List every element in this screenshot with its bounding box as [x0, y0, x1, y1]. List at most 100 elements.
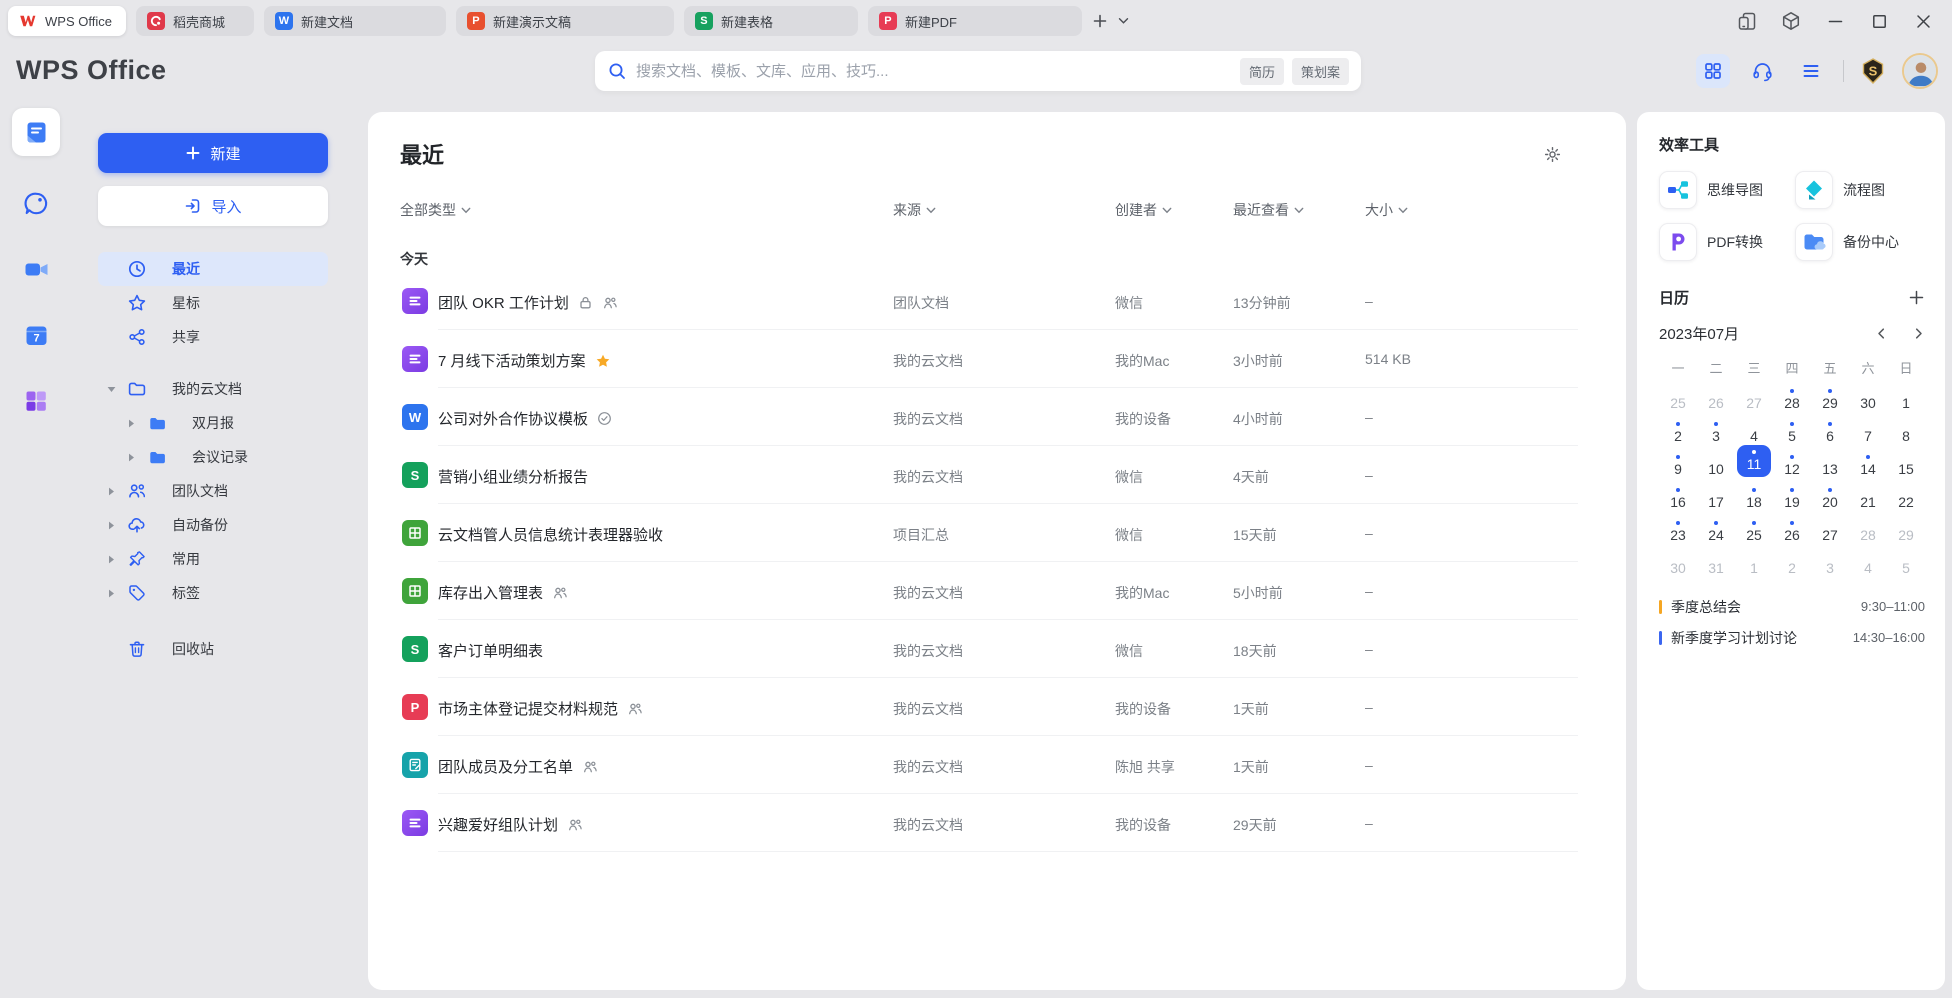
caret-right-icon[interactable] [106, 588, 116, 599]
calendar-day[interactable]: 28 [1849, 511, 1887, 544]
search-hot-tag[interactable]: 策划案 [1292, 58, 1349, 85]
tool-备份中心[interactable]: 备份中心 [1795, 223, 1925, 261]
calendar-day[interactable]: 2 [1659, 412, 1697, 445]
calendar-day[interactable]: 22 [1887, 478, 1925, 511]
rail-item-meeting[interactable] [23, 256, 50, 288]
table-row[interactable]: 云文档管人员信息统计表理器验收项目汇总微信15天前– [400, 504, 1578, 562]
filter-viewed[interactable]: 最近查看 [1233, 200, 1304, 220]
calendar-day[interactable]: 1 [1887, 379, 1925, 412]
appbox-icon[interactable] [1780, 10, 1802, 32]
calendar-day[interactable]: 23 [1659, 511, 1697, 544]
calendar-day[interactable]: 9 [1659, 445, 1697, 478]
tool-PDF转换[interactable]: PDF转换 [1659, 223, 1795, 261]
calendar-day[interactable]: 2 [1773, 544, 1811, 577]
calendar-day[interactable]: 21 [1849, 478, 1887, 511]
sidebar-item-最近[interactable]: 最近 [98, 252, 328, 286]
caret-right-icon[interactable] [106, 554, 116, 565]
tab-list-chevron-icon[interactable] [1118, 17, 1129, 25]
calendar-day[interactable]: 26 [1773, 511, 1811, 544]
svip-badge-icon[interactable]: S [1859, 57, 1887, 85]
search-bar[interactable]: 简历策划案 [595, 51, 1361, 91]
calendar-day[interactable]: 26 [1697, 379, 1735, 412]
tab-新建文档[interactable]: W新建文档 [264, 6, 446, 36]
tab-新建表格[interactable]: S新建表格 [684, 6, 858, 36]
calendar-day[interactable]: 5 [1887, 544, 1925, 577]
table-row[interactable]: 库存出入管理表我的云文档我的Mac5小时前– [400, 562, 1578, 620]
new-tab-plus-icon[interactable] [1092, 13, 1108, 29]
new-button[interactable]: 新建 [98, 133, 328, 173]
calendar-day[interactable]: 15 [1887, 445, 1925, 478]
settings-gear-icon[interactable] [1543, 145, 1562, 164]
calendar-day[interactable]: 29 [1887, 511, 1925, 544]
sidebar-item-星标[interactable]: 星标 [98, 286, 328, 320]
tool-思维导图[interactable]: 思维导图 [1659, 171, 1795, 209]
calendar-day[interactable]: 20 [1811, 478, 1849, 511]
calendar-day[interactable]: 8 [1887, 412, 1925, 445]
calendar-add-icon[interactable] [1908, 289, 1925, 306]
sidebar-tree-团队文档[interactable]: 团队文档 [98, 474, 328, 508]
calendar-day[interactable]: 3 [1811, 544, 1849, 577]
rail-item-apps-grid[interactable] [23, 388, 49, 419]
avatar[interactable] [1902, 53, 1938, 89]
rail-item-calendar-7[interactable]: 7 [23, 322, 50, 354]
calendar-day[interactable]: 5 [1773, 412, 1811, 445]
table-row[interactable]: P市场主体登记提交材料规范我的云文档我的设备1天前– [400, 678, 1578, 736]
tab-稻壳商城[interactable]: 稻壳商城 [136, 6, 254, 36]
filter-creator[interactable]: 创建者 [1115, 200, 1172, 220]
sidebar-tree-自动备份[interactable]: 自动备份 [98, 508, 328, 542]
tab-新建PDF[interactable]: P新建PDF [868, 6, 1082, 36]
table-row[interactable]: S客户订单明细表我的云文档微信18天前– [400, 620, 1578, 678]
filter-type[interactable]: 全部类型 [400, 200, 471, 220]
close-icon[interactable] [1912, 10, 1934, 32]
sidebar-tree-我的云文档[interactable]: 我的云文档 [98, 372, 328, 406]
menu-icon[interactable] [1794, 54, 1828, 88]
calendar-day[interactable]: 16 [1659, 478, 1697, 511]
caret-right-icon[interactable] [106, 486, 116, 497]
tool-流程图[interactable]: 流程图 [1795, 171, 1925, 209]
sidebar-tree-会议记录[interactable]: 会议记录 [98, 440, 328, 474]
calendar-day[interactable]: 6 [1811, 412, 1849, 445]
caret-down-icon[interactable] [106, 385, 116, 394]
calendar-day[interactable]: 19 [1773, 478, 1811, 511]
calendar-day[interactable]: 18 [1735, 478, 1773, 511]
calendar-day[interactable]: 10 [1697, 445, 1735, 478]
filter-size[interactable]: 大小 [1365, 200, 1408, 220]
sidebar-item-回收站[interactable]: 回收站 [98, 632, 328, 666]
rail-item-documents[interactable] [12, 108, 60, 156]
calendar-day[interactable]: 7 [1849, 412, 1887, 445]
calendar-day[interactable]: 25 [1735, 511, 1773, 544]
sidebar-tree-标签[interactable]: 标签 [98, 576, 328, 610]
headset-icon[interactable] [1745, 54, 1779, 88]
caret-right-icon[interactable] [126, 452, 136, 463]
calendar-event[interactable]: 新季度学习计划讨论14:30–16:00 [1659, 622, 1925, 653]
calendar-day[interactable]: 14 [1849, 445, 1887, 478]
calendar-day[interactable]: 25 [1659, 379, 1697, 412]
sidebar-tree-双月报[interactable]: 双月报 [98, 406, 328, 440]
calendar-day[interactable]: 1 [1735, 544, 1773, 577]
calendar-day[interactable]: 31 [1697, 544, 1735, 577]
table-row[interactable]: 团队 OKR 工作计划团队文档微信13分钟前– [400, 272, 1578, 330]
calendar-day[interactable]: 4 [1735, 412, 1773, 445]
table-row[interactable]: 7 月线下活动策划方案我的云文档我的Mac3小时前514 KB [400, 330, 1578, 388]
search-hot-tag[interactable]: 简历 [1240, 58, 1284, 85]
calendar-day[interactable]: 12 [1773, 445, 1811, 478]
caret-right-icon[interactable] [106, 520, 116, 531]
calendar-day[interactable]: 11 [1735, 445, 1773, 478]
maximize-icon[interactable] [1868, 10, 1890, 32]
table-row[interactable]: 团队成员及分工名单我的云文档陈旭 共享1天前– [400, 736, 1578, 794]
sidebar-tree-常用[interactable]: 常用 [98, 542, 328, 576]
rail-item-chat[interactable] [23, 190, 50, 222]
calendar-day[interactable]: 27 [1735, 379, 1773, 412]
sidebar-item-共享[interactable]: 共享 [98, 320, 328, 354]
tab-WPS Office[interactable]: WPS Office [8, 6, 126, 36]
caret-right-icon[interactable] [126, 418, 136, 429]
calendar-day[interactable]: 13 [1811, 445, 1849, 478]
filter-source[interactable]: 来源 [893, 200, 936, 220]
import-button[interactable]: 导入 [98, 186, 328, 226]
device-icon[interactable] [1736, 10, 1758, 32]
calendar-prev-icon[interactable] [1875, 327, 1888, 340]
calendar-day[interactable]: 24 [1697, 511, 1735, 544]
minimize-icon[interactable] [1824, 10, 1846, 32]
search-input[interactable] [636, 63, 1240, 80]
calendar-day[interactable]: 17 [1697, 478, 1735, 511]
